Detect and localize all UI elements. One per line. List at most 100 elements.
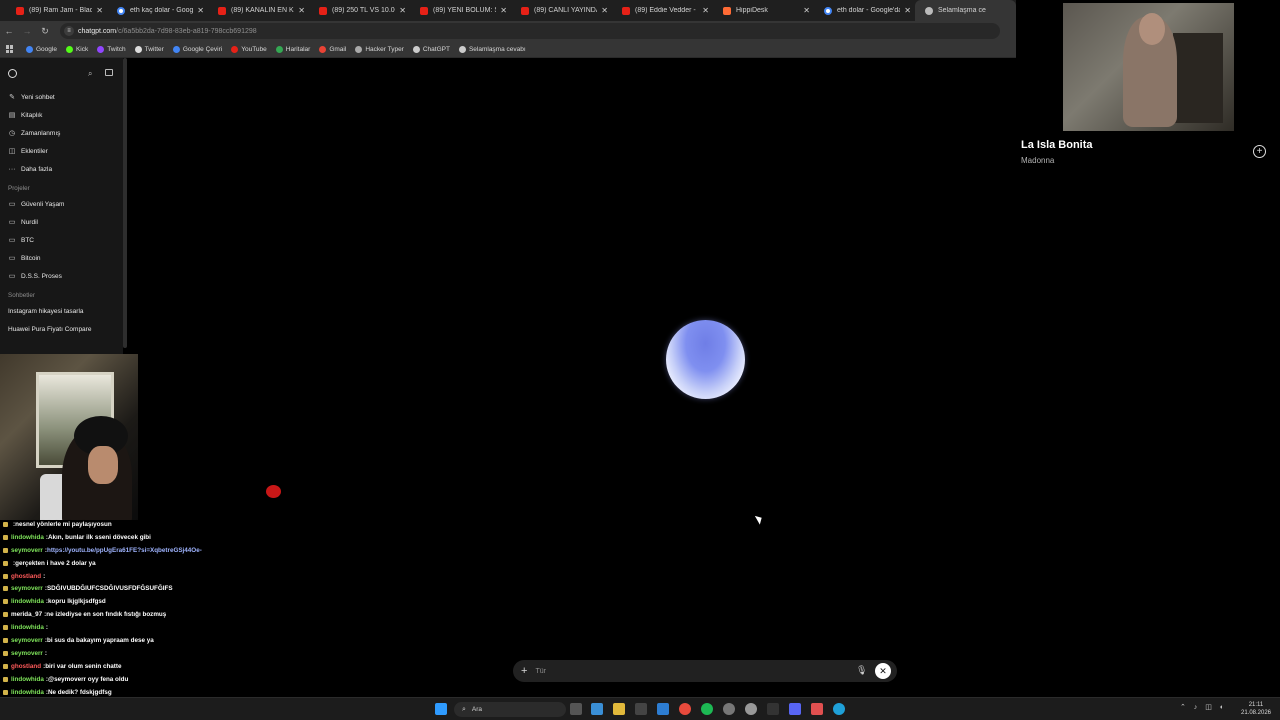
terminal-icon[interactable] xyxy=(767,703,779,715)
tab-close-icon[interactable]: ✕ xyxy=(399,6,406,15)
sidebar-scrollbar[interactable] xyxy=(123,58,127,348)
store-icon[interactable] xyxy=(635,703,647,715)
tab-close-icon[interactable]: ✕ xyxy=(904,6,911,15)
sidebar-item-label: Daha fazla xyxy=(21,165,53,173)
reload-icon[interactable]: ↻ xyxy=(36,26,54,37)
project-item[interactable]: ▭ D.S.S. Proses xyxy=(0,267,123,285)
sidebar-item[interactable]: ◫ Eklentiler xyxy=(0,142,123,160)
project-item[interactable]: ▭ Güvenli Yaşam xyxy=(0,195,123,213)
tab-close-icon[interactable]: ✕ xyxy=(96,6,103,15)
bookmark-item[interactable]: Twitter xyxy=(134,45,164,53)
tab-close-icon[interactable]: ✕ xyxy=(702,6,709,15)
bookmark-icon xyxy=(97,45,105,53)
url-path: /c/6a5bb2da-7d98-83eb-a819-798ccb691298 xyxy=(116,27,257,35)
project-item[interactable]: ▭ Nurdil xyxy=(0,213,123,231)
project-label: Bitcoin xyxy=(21,254,41,262)
sidebar-item[interactable]: ◷ Zamanlanmış xyxy=(0,124,123,142)
chatgpt-app-icon[interactable] xyxy=(745,703,757,715)
settings-icon[interactable] xyxy=(723,703,735,715)
browser-tab[interactable]: (89) Eddie Vedder - Long ✕ xyxy=(612,0,713,21)
chat-message: ghostland: biri var olum senin chatte xyxy=(0,660,260,673)
browser-tab[interactable]: (89) KANALIN EN KÖTÜ VİDEOSU ✕ xyxy=(208,0,309,21)
app-icon[interactable] xyxy=(811,703,823,715)
add-song-icon[interactable]: + xyxy=(1253,145,1266,158)
tab-close-icon[interactable]: ✕ xyxy=(803,6,810,15)
browser-tab[interactable]: (89) CANLI YAYINDA HACK✕ xyxy=(511,0,612,21)
close-voice-button[interactable]: ✕ xyxy=(875,663,891,679)
chatgpt-logo-icon[interactable] xyxy=(8,68,17,78)
back-icon[interactable]: ← xyxy=(0,26,18,36)
discord-icon[interactable] xyxy=(789,703,801,715)
file-explorer-icon[interactable] xyxy=(613,703,625,715)
bookmark-item[interactable]: Haritalar xyxy=(275,45,310,53)
tab-close-icon[interactable]: ✕ xyxy=(601,6,608,15)
bookmark-icon xyxy=(65,45,73,53)
bookmark-label: Hacker Typer xyxy=(365,45,404,53)
browser-tab[interactable]: eth kaç dolar - Google'da Ara✕ xyxy=(107,0,208,21)
project-item[interactable]: ▭ Bitcoin xyxy=(0,249,123,267)
voice-input[interactable]: Tür xyxy=(535,668,546,675)
mail-icon[interactable] xyxy=(657,703,669,715)
widgets-icon[interactable] xyxy=(591,703,603,715)
sidebar-toggle-icon[interactable] xyxy=(105,69,113,76)
bookmark-item[interactable]: ChatGPT xyxy=(412,45,450,53)
edge-icon[interactable] xyxy=(833,703,845,715)
task-view-icon[interactable] xyxy=(570,703,582,715)
mic-muted-icon[interactable]: 🎙 xyxy=(856,665,867,676)
chat-history-item[interactable]: Huawei Pura Fiyatı Compare xyxy=(0,320,123,338)
sub-badge-icon xyxy=(3,663,8,669)
plus-icon[interactable]: + xyxy=(521,665,527,677)
chat-username: lindowhida xyxy=(11,675,44,683)
pencil-icon: ✎ xyxy=(9,94,15,101)
sidebar-item[interactable]: ··· Daha fazla xyxy=(0,160,123,178)
taskbar-search[interactable]: ⌕ Ara xyxy=(454,702,566,717)
screen: (89) Ram Jam - Black Betty✕eth kaç dolar… xyxy=(0,0,1280,720)
chat-history-item[interactable]: Instagram hikayesi tasarla xyxy=(0,302,123,320)
mouse-cursor xyxy=(754,513,765,525)
chatgpt-favicon-icon xyxy=(925,6,933,15)
bookmark-item[interactable]: Google xyxy=(26,45,57,53)
cover-head xyxy=(1139,13,1165,45)
chat-text: @seymoverr oyy fena oldu xyxy=(48,675,129,683)
sidebar-item[interactable]: ▤ Kitaplık xyxy=(0,106,123,124)
bookmark-item[interactable]: Hacker Typer xyxy=(355,45,404,53)
tab-strip: (89) Ram Jam - Black Betty✕eth kaç dolar… xyxy=(0,0,1016,21)
sub-badge-icon xyxy=(3,637,8,643)
browser-tab[interactable]: Selamlaşma ce xyxy=(915,0,1016,21)
webcam-overlay xyxy=(0,354,138,520)
chat-text: biri var olum senin chatte xyxy=(45,662,122,670)
tab-close-icon[interactable]: ✕ xyxy=(298,6,305,15)
browser-tab[interactable]: (89) 250 TL VS 10.000 TL ✕ xyxy=(309,0,410,21)
chat-text: nesnel yönlerle mi paylaşıyosun xyxy=(15,520,112,528)
sub-badge-icon xyxy=(3,676,8,682)
bookmark-label: Google xyxy=(36,45,57,53)
sidebar-item[interactable]: ✎ Yeni sohbet xyxy=(0,88,123,106)
site-info-icon[interactable]: ≡ xyxy=(64,26,74,36)
system-tray[interactable]: ⌃ ♪ ◫ ◐ xyxy=(1180,703,1227,711)
tab-close-icon[interactable]: ✕ xyxy=(197,6,204,15)
browser-tab[interactable]: (89) Ram Jam - Black Betty✕ xyxy=(6,0,107,21)
browser-tab[interactable]: HippiDesk ✕ xyxy=(713,0,814,21)
bookmark-item[interactable]: Google Çeviri xyxy=(172,45,222,53)
start-icon[interactable] xyxy=(435,703,447,715)
forward-icon[interactable]: → xyxy=(18,26,36,36)
chrome-icon[interactable] xyxy=(679,703,691,715)
address-bar[interactable]: ≡ chatgpt.com/c/6a5bb2da-7d98-83eb-a819-… xyxy=(60,23,1000,39)
browser-tab[interactable]: eth dolar - Google'da Ara✕ xyxy=(814,0,915,21)
bookmark-item[interactable]: Gmail xyxy=(319,45,346,53)
bookmark-item[interactable]: Kick xyxy=(65,45,88,53)
hippi-favicon-icon xyxy=(723,6,731,15)
browser-tab[interactable]: (89) YENİ BÖLÜM: SOĞUK ✕ xyxy=(410,0,511,21)
bookmark-item[interactable]: Selamlaşma cevabı xyxy=(458,45,526,53)
sub-badge-icon xyxy=(3,547,8,553)
tab-close-icon[interactable]: ✕ xyxy=(500,6,507,15)
bookmark-item[interactable]: YouTube xyxy=(231,45,267,53)
chat-message: seymoverr: xyxy=(0,647,260,660)
project-item[interactable]: ▭ BTC xyxy=(0,231,123,249)
chat-username: seymoverr xyxy=(11,585,43,593)
search-icon[interactable]: ⌕ xyxy=(88,69,92,79)
clock[interactable]: 21:11 21.08.2026 xyxy=(1238,701,1274,717)
bookmark-item[interactable]: Twitch xyxy=(97,45,126,53)
apps-grid-icon[interactable] xyxy=(6,45,14,53)
spotify-icon[interactable] xyxy=(701,703,713,715)
